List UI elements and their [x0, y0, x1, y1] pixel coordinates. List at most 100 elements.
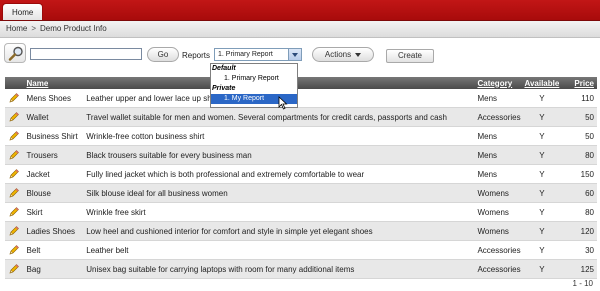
edit-cell[interactable]: [5, 126, 24, 146]
pencil-icon[interactable]: [8, 244, 20, 256]
cell-name: Trousers: [23, 145, 84, 165]
chevron-down-icon[interactable]: [288, 49, 301, 60]
dropdown-group-private: Private: [212, 85, 236, 92]
cell-name: Blouse: [23, 183, 84, 203]
breadcrumb: Home > Demo Product Info: [0, 21, 600, 38]
cell-description: Low heel and cushioned interior for comf…: [83, 221, 475, 241]
cell-available: Y: [520, 221, 563, 241]
cell-category: Accessories: [474, 240, 521, 260]
cell-name: Skirt: [23, 202, 84, 222]
cell-available: Y: [520, 164, 563, 184]
table-row: Belt Leather belt Accessories Y 30: [5, 240, 597, 260]
table-header-row: Name Category Available Price: [5, 77, 597, 89]
edit-cell[interactable]: [5, 164, 24, 184]
cell-available: Y: [520, 107, 563, 127]
go-button[interactable]: Go: [147, 47, 179, 62]
edit-cell[interactable]: [5, 145, 24, 165]
table-row: Bag Unisex bag suitable for carrying lapt…: [5, 259, 597, 279]
table-row: Skirt Wrinkle free skirt Womens Y 80: [5, 202, 597, 222]
cell-name: Business Shirt: [23, 126, 84, 146]
mouse-pointer-icon: [278, 96, 288, 110]
table-row: Wallet Travel wallet suitable for men and…: [5, 107, 597, 127]
cell-name: Bag: [23, 259, 84, 279]
header-available[interactable]: Available: [520, 77, 563, 89]
cell-category: Mens: [474, 164, 521, 184]
edit-cell[interactable]: [5, 183, 24, 203]
create-button[interactable]: Create: [386, 49, 434, 63]
cell-price: 80: [563, 145, 597, 165]
cell-category: Mens: [474, 89, 521, 108]
breadcrumb-separator: >: [31, 24, 37, 33]
cell-category: Accessories: [474, 107, 521, 127]
cell-description: Leather belt: [83, 240, 475, 260]
cell-category: Womens: [474, 221, 521, 241]
edit-cell[interactable]: [5, 240, 24, 260]
search-icon[interactable]: [4, 43, 26, 63]
search-bar: Go Reports 1. Primary Report Actions: [4, 43, 434, 63]
pencil-icon[interactable]: [8, 130, 20, 142]
cell-price: 50: [563, 107, 597, 127]
header-category[interactable]: Category: [474, 77, 521, 89]
pencil-icon[interactable]: [8, 187, 20, 199]
cell-available: Y: [520, 259, 563, 279]
actions-button[interactable]: Actions: [312, 47, 374, 62]
table-row: Blouse Silk blouse ideal for all business…: [5, 183, 597, 203]
cell-available: Y: [520, 183, 563, 203]
edit-cell[interactable]: [5, 221, 24, 241]
cell-category: Womens: [474, 183, 521, 203]
edit-cell[interactable]: [5, 89, 24, 108]
breadcrumb-current: Demo Product Info: [40, 24, 107, 33]
breadcrumb-home[interactable]: Home: [6, 21, 27, 37]
header-edit: [5, 77, 24, 89]
edit-cell[interactable]: [5, 259, 24, 279]
cell-description: Fully lined jacket which is both profess…: [83, 164, 475, 184]
cell-description: Black trousers suitable for every busine…: [83, 145, 475, 165]
pencil-icon[interactable]: [8, 206, 20, 218]
cell-description: Travel wallet suitable for men and women…: [83, 107, 475, 127]
report-select[interactable]: 1. Primary Report: [214, 48, 302, 61]
pencil-icon[interactable]: [8, 168, 20, 180]
cell-available: Y: [520, 145, 563, 165]
cell-category: Mens: [474, 145, 521, 165]
pencil-icon[interactable]: [8, 263, 20, 275]
cell-price: 120: [563, 221, 597, 241]
cell-name: Jacket: [23, 164, 84, 184]
cell-category: Accessories: [474, 259, 521, 279]
cell-price: 50: [563, 126, 597, 146]
pencil-icon[interactable]: [8, 111, 20, 123]
cell-price: 30: [563, 240, 597, 260]
top-tab-bar: Home: [0, 0, 600, 21]
table-row: Business Shirt Wrinkle-free cotton busine…: [5, 126, 597, 146]
cell-price: 125: [563, 259, 597, 279]
cell-name: Mens Shoes: [23, 89, 84, 108]
cell-available: Y: [520, 89, 563, 108]
cell-description: Silk blouse ideal for all business women: [83, 183, 475, 203]
cell-category: Womens: [474, 202, 521, 222]
edit-cell[interactable]: [5, 107, 24, 127]
cell-name: Belt: [23, 240, 84, 260]
cell-description: Unisex bag suitable for carrying laptops…: [83, 259, 475, 279]
pencil-icon[interactable]: [8, 225, 20, 237]
pencil-icon[interactable]: [8, 149, 20, 161]
actions-label: Actions: [324, 50, 352, 59]
pagination-range: 1 - 10: [572, 279, 593, 288]
cell-available: Y: [520, 240, 563, 260]
cell-available: Y: [520, 126, 563, 146]
cell-available: Y: [520, 202, 563, 222]
pencil-icon[interactable]: [8, 92, 20, 104]
cell-name: Ladies Shoes: [23, 221, 84, 241]
cell-price: 150: [563, 164, 597, 184]
search-input[interactable]: [30, 48, 142, 60]
table-row: Jacket Fully lined jacket which is both p…: [5, 164, 597, 184]
cell-price: 110: [563, 89, 597, 108]
table-row: Ladies Shoes Low heel and cushioned inter…: [5, 221, 597, 241]
cell-price: 60: [563, 183, 597, 203]
cell-description: Wrinkle-free cotton business shirt: [83, 126, 475, 146]
report-select-value: 1. Primary Report: [218, 51, 273, 58]
reports-label: Reports: [182, 51, 211, 60]
tab-home[interactable]: Home: [2, 3, 44, 20]
edit-cell[interactable]: [5, 202, 24, 222]
dropdown-option-primary-report[interactable]: 1. Primary Report: [211, 74, 297, 84]
header-price[interactable]: Price: [563, 77, 597, 89]
header-name[interactable]: Name: [23, 77, 84, 89]
